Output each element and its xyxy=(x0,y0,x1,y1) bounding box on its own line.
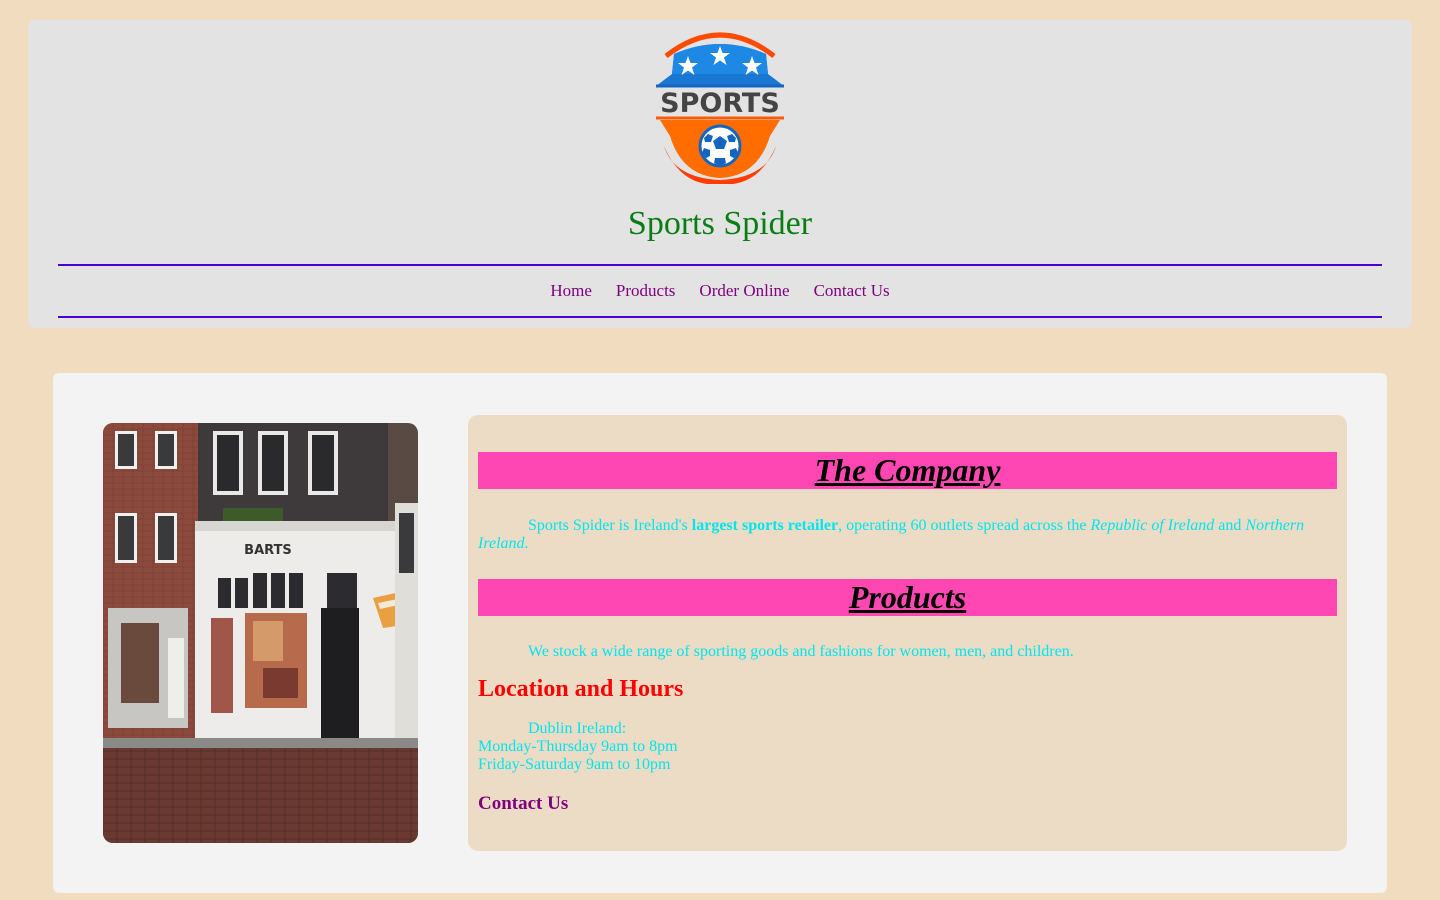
contact-heading[interactable]: Contact Us xyxy=(478,793,1337,815)
nav-link-order-online[interactable]: Order Online xyxy=(699,281,789,301)
location-text: Dublin Ireland: Monday-Thursday 9am to 8p… xyxy=(478,720,678,773)
company-text: Sports Spider is Ireland's largest sport… xyxy=(478,517,1305,552)
products-heading: Products xyxy=(478,579,1337,616)
store-photo: BARTS xyxy=(103,423,418,843)
sports-logo[interactable]: SPORTS xyxy=(638,28,802,184)
main-nav: Home Products Order Online Contact Us xyxy=(58,264,1382,318)
nav-link-contact-us[interactable]: Contact Us xyxy=(814,281,890,301)
products-text: We stock a wide range of sporting goods … xyxy=(528,643,1074,660)
company-heading: The Company xyxy=(478,452,1337,489)
nav-link-home[interactable]: Home xyxy=(550,281,592,301)
main-content: BARTS The Company Sports Spider is Irela… xyxy=(53,373,1387,893)
site-header: SPORTS Sports Spider Home Products Order… xyxy=(28,20,1412,328)
location-heading: Location and Hours xyxy=(478,676,684,702)
logo-text: SPORTS xyxy=(660,88,780,119)
site-title: Sports Spider xyxy=(627,205,813,242)
info-panel: The Company Sports Spider is Ireland's l… xyxy=(468,415,1347,851)
store-sign-text: BARTS xyxy=(244,543,292,558)
nav-link-products[interactable]: Products xyxy=(616,281,676,301)
